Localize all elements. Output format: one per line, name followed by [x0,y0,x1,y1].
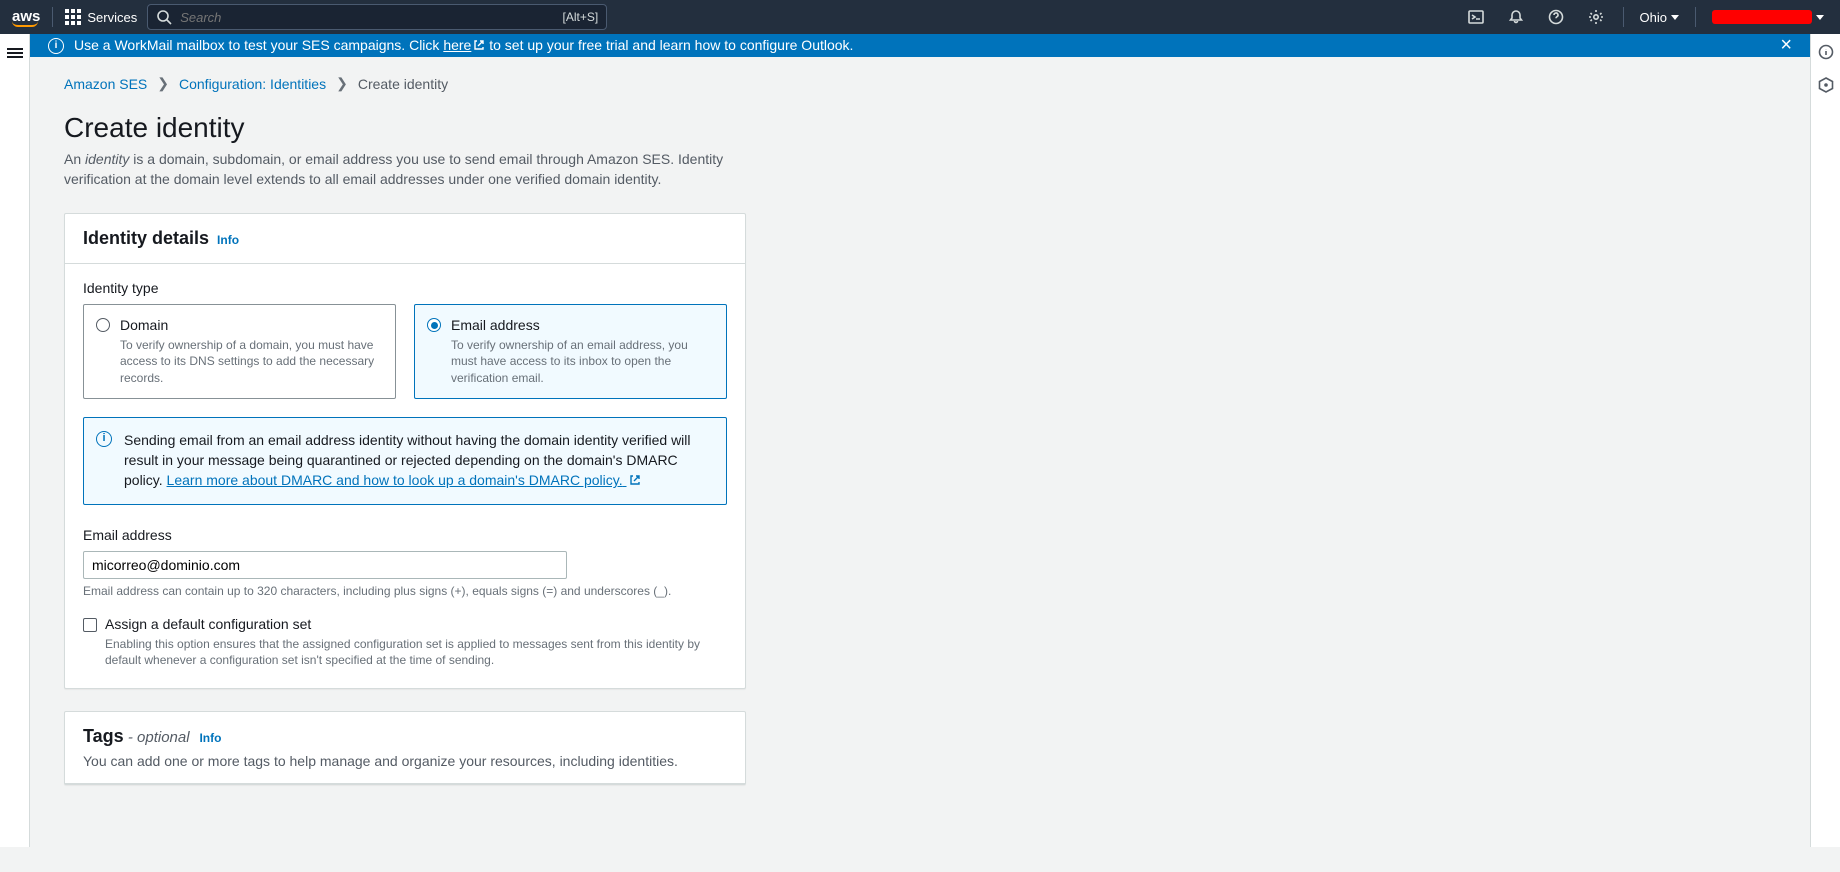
breadcrumb-root[interactable]: Amazon SES [64,76,147,92]
separator [1623,7,1624,27]
identity-type-email-tile[interactable]: Email address To verify ownership of an … [414,304,727,399]
identity-type-label: Identity type [83,280,727,296]
separator [52,7,53,27]
tile-title: Email address [451,317,712,333]
banner-text-post: to set up your free trial and learn how … [485,37,853,53]
tile-desc: To verify ownership of a domain, you mus… [120,337,381,386]
chevron-right-icon: ❯ [336,75,348,92]
banner-link[interactable]: here [443,37,485,53]
email-address-label: Email address [83,527,727,543]
banner-text-pre: Use a WorkMail mailbox to test your SES … [74,37,443,53]
email-hint: Email address can contain up to 320 char… [83,584,727,598]
breadcrumb-current: Create identity [358,76,448,92]
assign-config-checkbox[interactable] [83,618,97,632]
hamburger-icon[interactable] [7,46,23,60]
settings-icon[interactable] [1581,2,1611,32]
external-link-icon [629,471,641,491]
search-box[interactable]: [Alt+S] [147,4,607,30]
close-icon[interactable]: × [1780,34,1792,57]
identity-details-panel: Identity details Info Identity type Doma… [64,213,746,689]
tile-desc: To verify ownership of an email address,… [451,337,712,386]
tags-desc: You can add one or more tags to help man… [83,753,727,769]
dmarc-alert: i Sending email from an email address id… [83,417,727,505]
tile-title: Domain [120,317,381,333]
email-address-input[interactable] [83,551,567,579]
dmarc-learn-more-link[interactable]: Learn more about DMARC and how to look u… [167,472,641,488]
account-menu[interactable] [1708,10,1828,24]
identity-type-domain-tile[interactable]: Domain To verify ownership of a domain, … [83,304,396,399]
info-link[interactable]: Info [199,731,221,745]
info-banner: i Use a WorkMail mailbox to test your SE… [30,34,1810,57]
panel-title: Identity details [83,228,209,249]
account-redacted [1712,10,1812,24]
external-link-icon [473,38,485,54]
services-label: Services [87,10,137,25]
tags-panel: Tags - optional Info You can add one or … [64,711,746,785]
page-description: An identity is a domain, subdomain, or e… [64,150,764,189]
diagnostics-icon[interactable] [1818,77,1834,96]
separator [1695,7,1696,27]
region-label: Ohio [1640,10,1667,25]
assign-config-hint: Enabling this option ensures that the as… [105,636,727,668]
radio-icon [96,318,110,332]
help-icon[interactable] [1541,2,1571,32]
breadcrumb-mid[interactable]: Configuration: Identities [179,76,326,92]
assign-config-label: Assign a default configuration set [105,616,311,632]
region-selector[interactable]: Ohio [1636,10,1683,25]
cloudshell-icon[interactable] [1461,2,1491,32]
search-input[interactable] [180,10,554,25]
info-icon: i [96,431,112,447]
page-title: Create identity [64,112,1400,144]
breadcrumb: Amazon SES ❯ Configuration: Identities ❯… [64,75,1400,92]
tags-title: Tags [83,726,124,746]
chevron-down-icon [1671,15,1679,20]
info-icon: i [48,38,64,54]
aws-logo[interactable]: aws [12,8,40,27]
right-rail [1810,34,1840,847]
radio-icon [427,318,441,332]
tags-optional: - optional [124,729,190,746]
info-link[interactable]: Info [217,233,239,247]
main-content: Amazon SES ❯ Configuration: Identities ❯… [30,57,1430,847]
left-rail [0,34,30,847]
search-icon [156,9,172,25]
grid-icon [65,9,81,25]
help-panel-icon[interactable] [1818,44,1834,63]
search-shortcut: [Alt+S] [563,10,599,24]
chevron-right-icon: ❯ [157,75,169,92]
notifications-icon[interactable] [1501,2,1531,32]
chevron-down-icon [1816,15,1824,20]
services-menu[interactable]: Services [65,9,137,25]
top-nav: aws Services [Alt+S] Ohio [0,0,1840,34]
